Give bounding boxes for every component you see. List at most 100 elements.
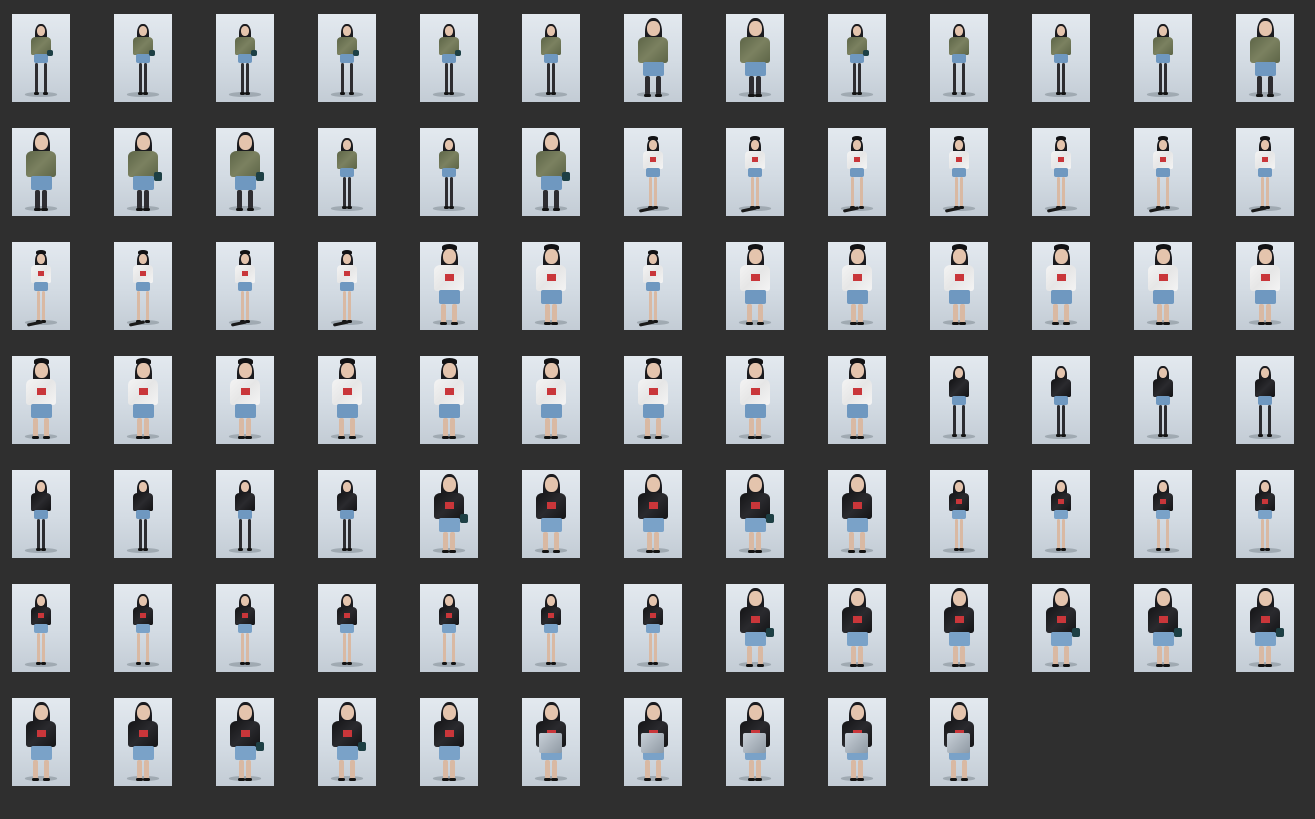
- photo-thumbnail[interactable]: [420, 698, 478, 786]
- right-leg: [1268, 76, 1273, 95]
- photo-thumbnail[interactable]: [216, 128, 274, 216]
- photo-thumbnail[interactable]: [420, 128, 478, 216]
- photo-thumbnail[interactable]: [624, 242, 682, 330]
- photo-thumbnail[interactable]: [828, 356, 886, 444]
- photo-thumbnail[interactable]: [522, 698, 580, 786]
- photo-thumbnail[interactable]: [12, 14, 70, 102]
- denim-skirt: [1156, 510, 1170, 519]
- photo-thumbnail[interactable]: [726, 698, 784, 786]
- photo-thumbnail[interactable]: [624, 470, 682, 558]
- photo-thumbnail[interactable]: [12, 356, 70, 444]
- photo-thumbnail[interactable]: [318, 698, 376, 786]
- photo-thumbnail[interactable]: [624, 14, 682, 102]
- photo-thumbnail[interactable]: [726, 470, 784, 558]
- photo-thumbnail[interactable]: [12, 128, 70, 216]
- photo-thumbnail[interactable]: [420, 584, 478, 672]
- photo-thumbnail[interactable]: [522, 584, 580, 672]
- photo-thumbnail[interactable]: [318, 470, 376, 558]
- photo-thumbnail[interactable]: [522, 356, 580, 444]
- photo-thumbnail[interactable]: [12, 470, 70, 558]
- photo-thumbnail[interactable]: [624, 128, 682, 216]
- photo-thumbnail[interactable]: [624, 584, 682, 672]
- photo-thumbnail[interactable]: [828, 128, 886, 216]
- photo-thumbnail[interactable]: [828, 14, 886, 102]
- photo-thumbnail[interactable]: [828, 470, 886, 558]
- photo-thumbnail[interactable]: [1236, 128, 1294, 216]
- photo-thumbnail[interactable]: [1134, 128, 1192, 216]
- photo-thumbnail[interactable]: [12, 584, 70, 672]
- photo-thumbnail[interactable]: [1236, 14, 1294, 102]
- right-leg: [1062, 177, 1065, 207]
- photo-thumbnail[interactable]: [1134, 470, 1192, 558]
- photo-thumbnail[interactable]: [420, 242, 478, 330]
- photo-thumbnail[interactable]: [828, 242, 886, 330]
- photo-thumbnail[interactable]: [1236, 242, 1294, 330]
- photo-thumbnail[interactable]: [726, 128, 784, 216]
- photo-thumbnail[interactable]: [216, 356, 274, 444]
- photo-thumbnail[interactable]: [420, 470, 478, 558]
- photo-thumbnail[interactable]: [1134, 356, 1192, 444]
- photo-thumbnail[interactable]: [1134, 242, 1192, 330]
- photo-thumbnail[interactable]: [216, 470, 274, 558]
- photo-thumbnail[interactable]: [930, 242, 988, 330]
- photo-thumbnail[interactable]: [828, 584, 886, 672]
- right-leg: [962, 63, 965, 93]
- photo-thumbnail[interactable]: [420, 356, 478, 444]
- photo-thumbnail[interactable]: [522, 128, 580, 216]
- photo-thumbnail[interactable]: [114, 356, 172, 444]
- photo-thumbnail[interactable]: [1236, 470, 1294, 558]
- photo-thumbnail[interactable]: [522, 242, 580, 330]
- photo-thumbnail[interactable]: [726, 356, 784, 444]
- photo-thumbnail[interactable]: [1032, 356, 1090, 444]
- print-graphic: [342, 730, 352, 737]
- photo-thumbnail[interactable]: [1032, 242, 1090, 330]
- photo-thumbnail[interactable]: [1032, 584, 1090, 672]
- photo-thumbnail[interactable]: [114, 242, 172, 330]
- photo-thumbnail[interactable]: [420, 14, 478, 102]
- photo-thumbnail[interactable]: [216, 14, 274, 102]
- photo-thumbnail[interactable]: [828, 698, 886, 786]
- photo-thumbnail[interactable]: [216, 242, 274, 330]
- handbag: [455, 50, 461, 56]
- photo-thumbnail[interactable]: [930, 470, 988, 558]
- photo-thumbnail[interactable]: [318, 128, 376, 216]
- photo-thumbnail[interactable]: [1032, 128, 1090, 216]
- photo-thumbnail[interactable]: [114, 584, 172, 672]
- photo-thumbnail[interactable]: [726, 242, 784, 330]
- photo-thumbnail[interactable]: [12, 242, 70, 330]
- handbag: [47, 50, 53, 56]
- photo-thumbnail[interactable]: [12, 698, 70, 786]
- photo-thumbnail[interactable]: [1134, 584, 1192, 672]
- photo-thumbnail[interactable]: [930, 14, 988, 102]
- photo-thumbnail[interactable]: [216, 698, 274, 786]
- photo-thumbnail[interactable]: [522, 470, 580, 558]
- photo-thumbnail[interactable]: [1134, 14, 1192, 102]
- photo-thumbnail[interactable]: [1236, 356, 1294, 444]
- photo-thumbnail[interactable]: [114, 128, 172, 216]
- photo-thumbnail[interactable]: [1032, 470, 1090, 558]
- photo-thumbnail[interactable]: [1236, 584, 1294, 672]
- photo-thumbnail[interactable]: [114, 470, 172, 558]
- photo-thumbnail[interactable]: [318, 242, 376, 330]
- photo-thumbnail[interactable]: [318, 584, 376, 672]
- photo-thumbnail[interactable]: [1032, 14, 1090, 102]
- photo-thumbnail[interactable]: [726, 584, 784, 672]
- denim-skirt: [340, 624, 354, 633]
- model-figure: [31, 594, 51, 666]
- photo-thumbnail[interactable]: [930, 584, 988, 672]
- photo-thumbnail[interactable]: [624, 698, 682, 786]
- photo-thumbnail[interactable]: [930, 698, 988, 786]
- photo-thumbnail[interactable]: [522, 14, 580, 102]
- photo-thumbnail[interactable]: [624, 356, 682, 444]
- photo-thumbnail[interactable]: [114, 698, 172, 786]
- photo-thumbnail[interactable]: [114, 14, 172, 102]
- photo-thumbnail[interactable]: [216, 584, 274, 672]
- left-leg: [37, 633, 40, 663]
- photo-thumbnail[interactable]: [930, 356, 988, 444]
- photo-thumbnail[interactable]: [930, 128, 988, 216]
- photo-thumbnail[interactable]: [726, 14, 784, 102]
- right-shoe: [449, 436, 456, 439]
- denim-skirt: [1258, 396, 1272, 405]
- photo-thumbnail[interactable]: [318, 14, 376, 102]
- photo-thumbnail[interactable]: [318, 356, 376, 444]
